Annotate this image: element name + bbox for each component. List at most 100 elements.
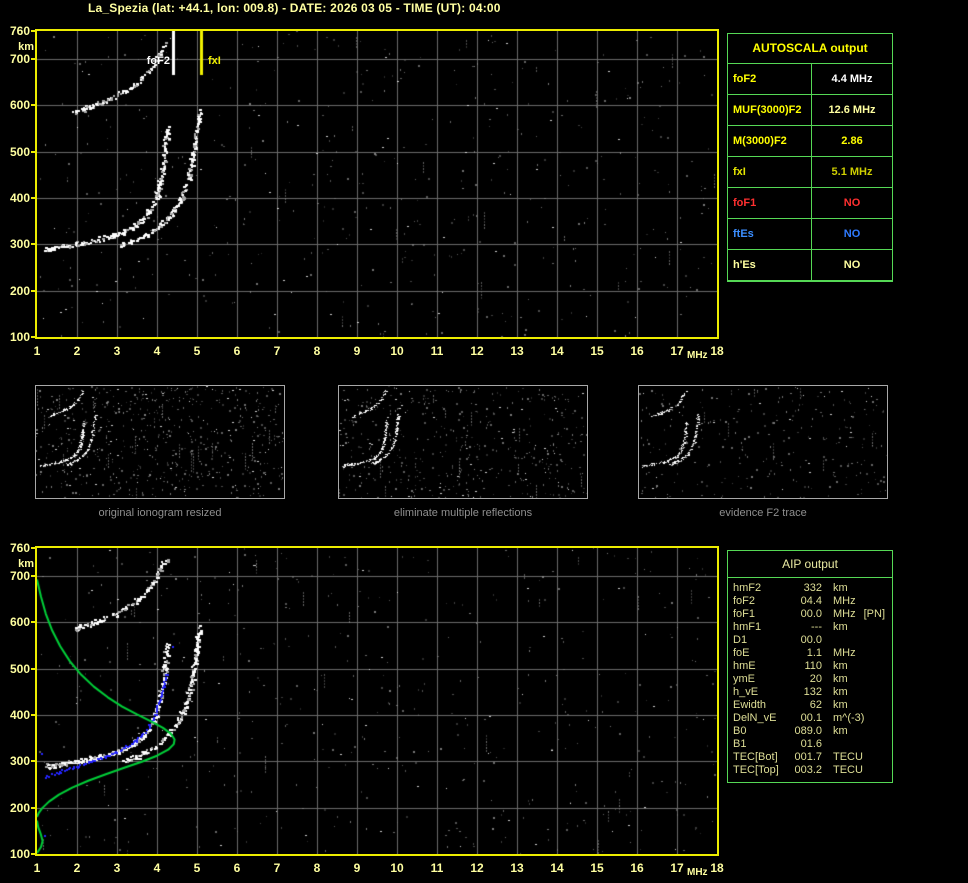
aip-parameter-unit: MHz [822,608,856,621]
top-y-axis-unit: km [8,41,34,53]
aip-parameter-unit: TECU [822,751,863,764]
aip-parameter-value: 62 [789,699,822,712]
aip-parameter-note [848,725,856,738]
x-tick-label: 2 [65,344,89,358]
aip-parameter-note [848,582,856,595]
x-tick-label: 17 [665,861,689,875]
x-tick-label: 15 [585,861,609,875]
aip-parameter-unit: MHz [822,595,856,608]
x-tick-label: 16 [625,344,649,358]
aip-parameter-name: hmF1 [733,621,789,634]
y-tick-label: 500 [4,662,30,676]
parameter-label: foF2 [728,64,812,94]
parameter-label: ftEs [728,219,812,249]
aip-parameter-name: foE [733,647,789,660]
aip-table-row: Ewidth 62 km [728,699,892,712]
aip-parameter-value: 089.0 [789,725,822,738]
parameter-label: h'Es [728,250,812,280]
x-tick-label: 18 [705,344,729,358]
autoscala-table-row: ftEs NO [728,219,892,250]
y-tick-label: 400 [4,191,30,205]
thumbnail-evidence-f2 [638,385,888,499]
top-ionogram-plot: foF2 fxI [35,29,719,339]
x-tick-label: 1 [25,344,49,358]
parameter-label: MUF(3000)F2 [728,95,812,125]
x-tick-label: 13 [505,344,529,358]
x-tick-label: 5 [185,861,209,875]
aip-table-row: foF1 00.0 MHz [PN] [728,608,892,621]
aip-parameter-value: 04.4 [789,595,822,608]
aip-parameter-unit: TECU [822,764,863,777]
x-tick-label: 1 [25,861,49,875]
station-title: La_Spezia (lat: +44.1, lon: 009.8) - DAT… [88,1,501,15]
y-tick-label: 600 [4,615,30,629]
aip-parameter-note [848,686,856,699]
autoscala-table-row: h'Es NO [728,250,892,281]
aip-table-row: foE 1.1 MHz [728,647,892,660]
x-tick-label: 10 [385,861,409,875]
x-tick-label: 9 [345,344,369,358]
aip-table-row: hmE 110 km [728,660,892,673]
aip-parameter-value: 332 [789,582,822,595]
aip-table-row: TEC[Top] 003.2 TECU [728,764,892,777]
aip-parameter-note [856,595,864,608]
aip-parameter-name: foF2 [733,595,789,608]
parameter-label: M(3000)F2 [728,126,812,156]
aip-parameter-value: 110 [789,660,822,673]
aip-table-header: AIP output [728,551,892,578]
parameter-value: 4.4 MHz [812,64,892,94]
autoscala-window: La_Spezia (lat: +44.1, lon: 009.8) - DAT… [0,0,968,883]
aip-parameter-name: h_vE [733,686,789,699]
thumbnail-original-ionogram [35,385,285,499]
aip-parameter-unit: km [822,582,848,595]
x-tick-label: 14 [545,861,569,875]
thumbnail-original-canvas [36,386,284,498]
aip-table-row: hmF1 --- km [728,621,892,634]
aip-parameter-note [833,634,841,647]
aip-parameter-value: 1.1 [789,647,822,660]
aip-parameter-name: hmE [733,660,789,673]
top-x-axis-unit: MHz [687,350,708,361]
x-tick-label: 4 [145,344,169,358]
x-tick-label: 6 [225,861,249,875]
aip-parameter-value: 132 [789,686,822,699]
x-tick-label: 7 [265,344,289,358]
parameter-value: NO [812,188,892,218]
aip-parameter-name: D1 [733,634,789,647]
aip-parameter-note [848,673,856,686]
x-tick-label: 18 [705,861,729,875]
aip-parameter-unit: km [822,725,848,738]
autoscala-table-row: fxI 5.1 MHz [728,157,892,188]
aip-table-row: D1 00.0 [728,634,892,647]
parameter-label: fxI [728,157,812,187]
x-tick-label: 12 [465,344,489,358]
aip-parameter-unit: km [822,660,848,673]
autoscala-table-header: AUTOSCALA output [728,34,892,64]
thumbnail-eliminate-reflections [338,385,588,499]
aip-parameter-value: 001.7 [789,751,822,764]
aip-output-table: AIP output hmF2 332 km foF2 04.4 MHz foF… [727,550,893,783]
y-tick-label: 300 [4,237,30,251]
aip-parameter-name: DelN_vE [733,712,789,725]
parameter-value: NO [812,219,892,249]
aip-parameter-name: TEC[Top] [733,764,789,777]
aip-parameter-value: --- [789,621,822,634]
aip-parameter-value: 003.2 [789,764,822,777]
aip-parameter-name: foF1 [733,608,789,621]
parameter-value: NO [812,250,892,280]
bottom-ionogram-canvas [37,548,717,854]
aip-table-row: B1 01.6 [728,738,892,751]
autoscala-table-row: foF2 4.4 MHz [728,64,892,95]
aip-parameter-value: 00.0 [789,608,822,621]
aip-parameter-note [856,647,864,660]
thumbnail-caption-eliminate: eliminate multiple reflections [338,507,588,519]
x-tick-label: 2 [65,861,89,875]
aip-parameter-value: 00.0 [789,634,822,647]
aip-parameter-unit: km [822,686,848,699]
aip-table-row: DelN_vE 00.1 m^(-3) [728,712,892,725]
x-tick-label: 11 [425,344,449,358]
autoscala-table-row: MUF(3000)F2 12.6 MHz [728,95,892,126]
x-tick-label: 3 [105,861,129,875]
x-tick-label: 13 [505,861,529,875]
x-tick-label: 8 [305,344,329,358]
